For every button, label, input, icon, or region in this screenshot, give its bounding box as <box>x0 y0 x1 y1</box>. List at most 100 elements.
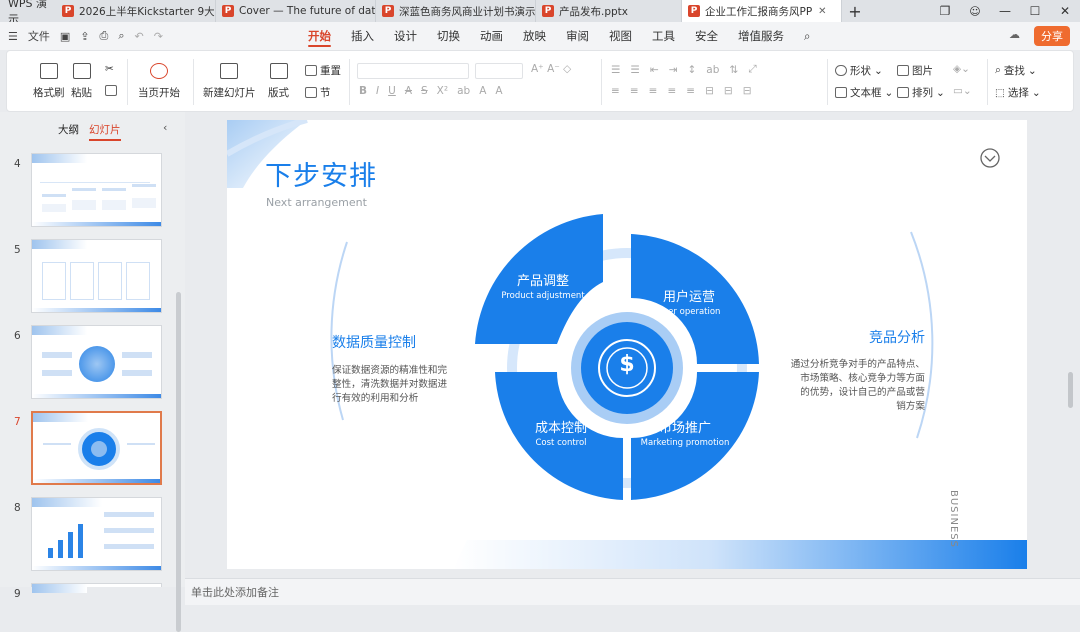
notes-placeholder: 单击此处添加备注 <box>191 586 279 599</box>
tab-home[interactable]: 开始 <box>298 22 341 50</box>
close-window-icon[interactable]: ✕ <box>1050 4 1080 18</box>
q4-title: 市场推广 <box>658 421 711 436</box>
thumb-number: 9 <box>14 588 21 600</box>
q3-title: 成本控制 <box>534 421 587 436</box>
left-body: 保证数据资源的精准性和完 整性，清洗数据并对数据进 行有效的利用和分析 <box>332 365 448 404</box>
doc-tab-work-report[interactable]: P 企业工作汇报商务风PP ✕ <box>682 0 842 22</box>
font-size-controls[interactable]: A⁺ A⁻ ◇ <box>531 63 571 75</box>
menu-tabs: 开始 插入 设计 切换 动画 放映 审阅 视图 工具 安全 增值服务 ⌕ <box>298 22 820 50</box>
thumb-number: 7 <box>14 416 21 428</box>
avatar[interactable]: ☺ <box>960 5 990 18</box>
slide-canvas[interactable]: 下步安排 Next arrangement $ 产品调整 Product adj… <box>227 120 1027 569</box>
find-icon: ⌕ <box>995 64 1001 76</box>
doc-tab-business-plan[interactable]: P 深蓝色商务风商业计划书演示文 <box>376 0 536 22</box>
section-button[interactable]: 节 <box>305 85 331 100</box>
select-button[interactable]: ⬚ 选择 ⌄ <box>995 85 1041 100</box>
tab-value-added[interactable]: 增值服务 <box>728 22 794 50</box>
ppt-file-icon: P <box>382 5 394 17</box>
play-icon <box>150 63 168 79</box>
notes-pane[interactable]: 单击此处添加备注 <box>185 578 1080 605</box>
file-menu[interactable]: 文件 <box>28 28 50 44</box>
tab-outline[interactable]: 大纲 <box>58 122 79 141</box>
share-button[interactable]: 分享 <box>1034 26 1070 46</box>
tab-design[interactable]: 设计 <box>384 22 427 50</box>
new-slide-button[interactable]: 新建幻灯片 <box>203 63 256 100</box>
vertical-business-text: BUSINESS <box>948 490 959 548</box>
q4-subtitle: Marketing promotion <box>640 438 730 448</box>
font-size-select[interactable] <box>475 63 523 79</box>
right-body: 通过分析竞争对手的产品特点、 市场策略、核心竞争力等方面 的优势，设计自己的产品… <box>790 359 925 412</box>
ribbon-toolbar: 格式刷 粘贴 ✂ 当页开始 新建幻灯片 版式 重置 节 A⁺ A⁻ ◇ BIUA… <box>6 50 1074 112</box>
tab-review[interactable]: 审阅 <box>556 22 599 50</box>
minimize-icon[interactable]: — <box>990 4 1020 18</box>
redo-icon[interactable]: ↷ <box>154 30 163 43</box>
paste-button[interactable]: 粘贴 <box>71 63 92 100</box>
fill-icon[interactable]: ◈⌄ <box>953 63 970 75</box>
doc-tab-kickstarter[interactable]: P 2026上半年Kickstarter 9大本 <box>56 0 216 22</box>
export-icon[interactable]: ⇪ <box>80 30 89 43</box>
copy-icon[interactable] <box>105 85 117 96</box>
textbox-button[interactable]: 文本框 ⌄ <box>835 85 893 100</box>
cut-icon[interactable]: ✂ <box>105 63 114 75</box>
select-icon: ⬚ <box>995 86 1005 99</box>
paragraph-controls[interactable]: ☰ ☰ ⇤ ⇥ ↕ ab ⇅ ⤢ <box>611 63 757 76</box>
slide-thumbnail-9[interactable] <box>31 583 162 593</box>
reset-button[interactable]: 重置 <box>305 63 341 78</box>
undo-icon[interactable]: ↶ <box>134 30 143 43</box>
tab-animation[interactable]: 动画 <box>470 22 513 50</box>
font-family-select[interactable] <box>357 63 469 79</box>
slide-thumbnail-7[interactable] <box>31 411 162 485</box>
print-icon[interactable]: ⎙ <box>100 29 109 43</box>
q3-subtitle: Cost control <box>535 438 587 448</box>
q2-title: 用户运营 <box>662 290 715 305</box>
alignment-controls[interactable]: ≡ ≡ ≡ ≡ ≡ ⊟ ⊟ ⊟ <box>611 85 752 97</box>
preview-icon[interactable]: ⌕ <box>118 29 124 43</box>
window-controls: ❐ ☺ — ☐ ✕ <box>930 0 1080 22</box>
slide-thumbnail-5[interactable] <box>31 239 162 313</box>
collapse-panel-icon[interactable]: ‹ <box>163 121 167 134</box>
save-icon[interactable]: ▣ <box>60 30 70 43</box>
q3-label: 成本控制 Cost control <box>511 417 611 448</box>
tab-slideshow[interactable]: 放映 <box>513 22 556 50</box>
menu-bar: ☰ 文件 ▣ ⇪ ⎙ ⌕ ↶ ↷ 开始 插入 设计 切换 动画 放映 审阅 视图… <box>0 22 1080 50</box>
slide-thumbnail-4[interactable] <box>31 153 162 227</box>
bottom-gradient-bar <box>453 540 1027 569</box>
font-style-controls[interactable]: B I U A S X² ab A A <box>359 85 503 97</box>
window-layout-icon[interactable]: ❐ <box>930 4 960 18</box>
chevron-circle-icon[interactable] <box>980 148 1000 168</box>
play-from-current-button[interactable]: 当页开始 <box>138 63 180 100</box>
tab-insert[interactable]: 插入 <box>341 22 384 50</box>
layout-button[interactable]: 版式 <box>268 63 289 100</box>
arrange-button[interactable]: 排列 ⌄ <box>897 85 945 100</box>
tab-view[interactable]: 视图 <box>599 22 642 50</box>
new-tab-icon[interactable]: + <box>842 2 868 21</box>
new-slide-icon <box>220 63 239 79</box>
hamburger-icon[interactable]: ☰ <box>8 30 18 43</box>
slide-thumbnail-8[interactable] <box>31 497 162 571</box>
tab-security[interactable]: 安全 <box>685 22 728 50</box>
doc-tab-product-launch[interactable]: P 产品发布.pptx <box>536 0 682 22</box>
ppt-file-icon: P <box>62 5 74 17</box>
q1-label: 产品调整 Product adjustment <box>493 270 593 301</box>
tab-slides[interactable]: 幻灯片 <box>89 122 121 141</box>
q4-label: 市场推广 Marketing promotion <box>635 417 735 448</box>
tab-transition[interactable]: 切换 <box>427 22 470 50</box>
panel-tabs: 大纲 幻灯片 <box>58 122 121 141</box>
maximize-icon[interactable]: ☐ <box>1020 4 1050 18</box>
format-painter-button[interactable]: 格式刷 <box>33 63 65 100</box>
outline-icon[interactable]: ▭⌄ <box>953 85 972 97</box>
doc-tab-cover[interactable]: P Cover — The future of data- <box>216 0 376 22</box>
panel-scrollbar[interactable] <box>176 292 181 632</box>
q1-subtitle: Product adjustment <box>501 291 585 301</box>
tab-tools[interactable]: 工具 <box>642 22 685 50</box>
brush-icon <box>39 63 58 79</box>
shape-button[interactable]: 形状 ⌄ <box>835 63 883 78</box>
cloud-icon[interactable]: ☁ <box>1009 28 1020 41</box>
slide-scrollbar[interactable] <box>1068 372 1073 408</box>
find-button[interactable]: ⌕ 查找 ⌄ <box>995 63 1037 78</box>
picture-button[interactable]: 图片 <box>897 63 933 78</box>
q2-subtitle: User operation <box>657 307 721 317</box>
close-tab-icon[interactable]: ✕ <box>818 6 826 17</box>
slide-thumbnail-6[interactable] <box>31 325 162 399</box>
search-icon[interactable]: ⌕ <box>794 22 820 50</box>
